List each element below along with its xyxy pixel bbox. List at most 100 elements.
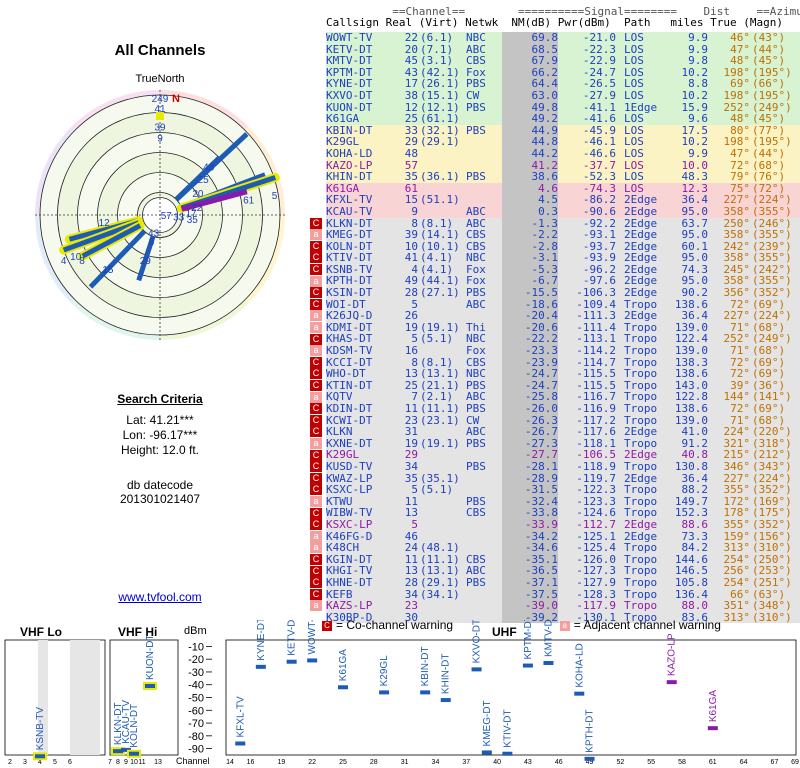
site-link[interactable]: www.tvfool.com bbox=[100, 590, 220, 604]
cell-pwr: -113.1 bbox=[576, 333, 616, 346]
warning-badge: C bbox=[310, 217, 322, 229]
spectrum-marker-label: KOLN-DT bbox=[129, 704, 140, 748]
cell-real: 28 bbox=[404, 287, 418, 299]
cell-real: 20 bbox=[404, 43, 418, 56]
cell-path: LOS bbox=[624, 171, 644, 183]
cell-call: KHAS-DT bbox=[326, 333, 373, 346]
cell-pwr: -93.9 bbox=[582, 252, 616, 264]
cell-path: LOS bbox=[624, 78, 644, 90]
x-tick-label: 19 bbox=[277, 759, 285, 766]
cell-magn: (249°) bbox=[752, 333, 792, 346]
spectrum-marker bbox=[481, 750, 492, 755]
cell-nm: 63.0 bbox=[502, 89, 558, 102]
cell-pwr: -22.3 bbox=[582, 43, 616, 56]
warning-badge: C bbox=[310, 414, 322, 426]
cell-nm: 49.8 bbox=[502, 101, 558, 114]
x-tick-label: 55 bbox=[647, 759, 655, 766]
x-tick-label: 7 bbox=[108, 759, 112, 766]
warning-badge: C bbox=[310, 461, 322, 473]
cell-true: 358° bbox=[723, 229, 751, 241]
spectrum-marker-label: KTIV-DT bbox=[502, 709, 513, 747]
cell-dist: 74.3 bbox=[681, 263, 709, 276]
cell-nm: 67.9 bbox=[502, 55, 558, 67]
cell-netwk: CW bbox=[466, 89, 480, 102]
cell-pwr: -96.2 bbox=[582, 263, 616, 276]
cell-nm: -24.7 bbox=[502, 379, 558, 392]
spectrum-marker-label: KHIN-DT bbox=[441, 653, 452, 694]
cell-call: KSXC-LP bbox=[326, 518, 373, 531]
cell-magn: (251°) bbox=[752, 576, 792, 589]
polar-label: 4 bbox=[61, 256, 67, 267]
cell-real: 13 bbox=[404, 565, 418, 577]
cell-true: 358° bbox=[723, 252, 751, 264]
cell-true: 254° bbox=[723, 576, 751, 589]
cell-netwk: CBS bbox=[466, 356, 486, 369]
cell-real: 34 bbox=[404, 588, 418, 601]
cell-real: 5 bbox=[411, 518, 418, 531]
cell-dist: 105.8 bbox=[674, 576, 708, 589]
spectrum-marker-label: KMEG-DT bbox=[482, 700, 493, 746]
cell-path: 2Edge bbox=[624, 518, 658, 531]
cell-virt: (11.1) bbox=[420, 403, 460, 415]
cell-magn: (44°) bbox=[752, 147, 786, 160]
table-row: KBIN-DT 33 (32.1) PBS 44.9 -45.9 LOS 17.5 80° (77… bbox=[326, 124, 800, 137]
cell-call: KMTV-DT bbox=[326, 55, 373, 67]
cell-path: 2Edge bbox=[624, 287, 658, 299]
datecode-block: db datecode 201301021407 bbox=[0, 478, 320, 506]
cell-true: 256° bbox=[723, 565, 751, 577]
cell-real: 29 bbox=[404, 449, 418, 461]
table-row: KHIN-DT 35 (36.1) PBS 38.6 -52.3 LOS 48.3 79° (76… bbox=[326, 171, 800, 183]
cell-dist: 95.0 bbox=[681, 229, 709, 241]
cell-call: KHNE-DT bbox=[326, 576, 373, 589]
vhf-lo-title: VHF Lo bbox=[20, 625, 62, 639]
cell-true: 250° bbox=[723, 217, 751, 230]
cell-true: 355° bbox=[723, 484, 751, 496]
cell-path: 2Edge bbox=[624, 240, 658, 253]
cell-virt: (11.1) bbox=[420, 553, 460, 566]
cell-pwr: -52.3 bbox=[582, 171, 616, 183]
cell-real: 5 bbox=[411, 333, 418, 346]
cell-virt: (21.1) bbox=[420, 379, 460, 392]
cell-netwk: PBS bbox=[466, 379, 486, 392]
cell-magn: (224°) bbox=[752, 310, 792, 322]
cell-pwr: -115.5 bbox=[576, 379, 616, 392]
x-tick-label: 52 bbox=[616, 759, 624, 766]
cell-dist: 152.3 bbox=[674, 507, 708, 519]
cell-dist: 9.9 bbox=[688, 32, 708, 44]
cell-nm: -2.8 bbox=[502, 240, 558, 253]
cell-path: Tropo bbox=[624, 588, 658, 601]
table-row: KAZS-LP 23 -39.0 -117.9 Tropo 88.0 351° (348°) bbox=[326, 600, 800, 612]
cell-true: 72° bbox=[730, 159, 750, 172]
cell-path: Tropo bbox=[624, 600, 658, 612]
cell-magn: (352°) bbox=[752, 518, 792, 531]
cell-real: 9 bbox=[411, 205, 418, 218]
cell-path: 2Edge bbox=[624, 205, 658, 218]
polar-label: 29 bbox=[140, 256, 152, 267]
cell-pwr: -41.1 bbox=[582, 101, 616, 114]
cell-virt: (15.1) bbox=[420, 89, 460, 102]
cell-magn: (355°) bbox=[752, 205, 792, 218]
cell-pwr: -116.9 bbox=[576, 403, 616, 415]
cell-magn: (68°) bbox=[752, 159, 786, 172]
cell-true: 72° bbox=[730, 403, 750, 415]
cell-virt: (29.1) bbox=[420, 136, 460, 148]
cell-pwr: -122.3 bbox=[576, 484, 616, 496]
spectrum-marker bbox=[502, 751, 513, 756]
cell-dist: 9.6 bbox=[688, 113, 708, 125]
y-tick-label: -40 bbox=[188, 680, 204, 692]
cell-real: 5 bbox=[411, 484, 418, 496]
cell-true: 72° bbox=[730, 298, 750, 311]
cell-dist: 139.0 bbox=[674, 321, 708, 334]
table-row: KDIN-DT 11 (11.1) PBS -26.0 -116.9 Tropo 138.6 7… bbox=[326, 403, 800, 415]
cell-call: KMEG-DT bbox=[326, 229, 373, 241]
cell-call: KUON-DT bbox=[326, 101, 373, 114]
cell-dist: 41.0 bbox=[681, 426, 709, 438]
cell-magn: (242°) bbox=[752, 263, 792, 276]
warning-badge: C bbox=[310, 287, 322, 299]
y-tick-label: -80 bbox=[188, 731, 204, 743]
cell-nm: -1.3 bbox=[502, 217, 558, 230]
x-tick-label: 64 bbox=[740, 759, 748, 766]
cell-nm: -23.9 bbox=[502, 356, 558, 369]
cell-true: 72° bbox=[730, 356, 750, 369]
cell-dist: 48.3 bbox=[681, 171, 709, 183]
